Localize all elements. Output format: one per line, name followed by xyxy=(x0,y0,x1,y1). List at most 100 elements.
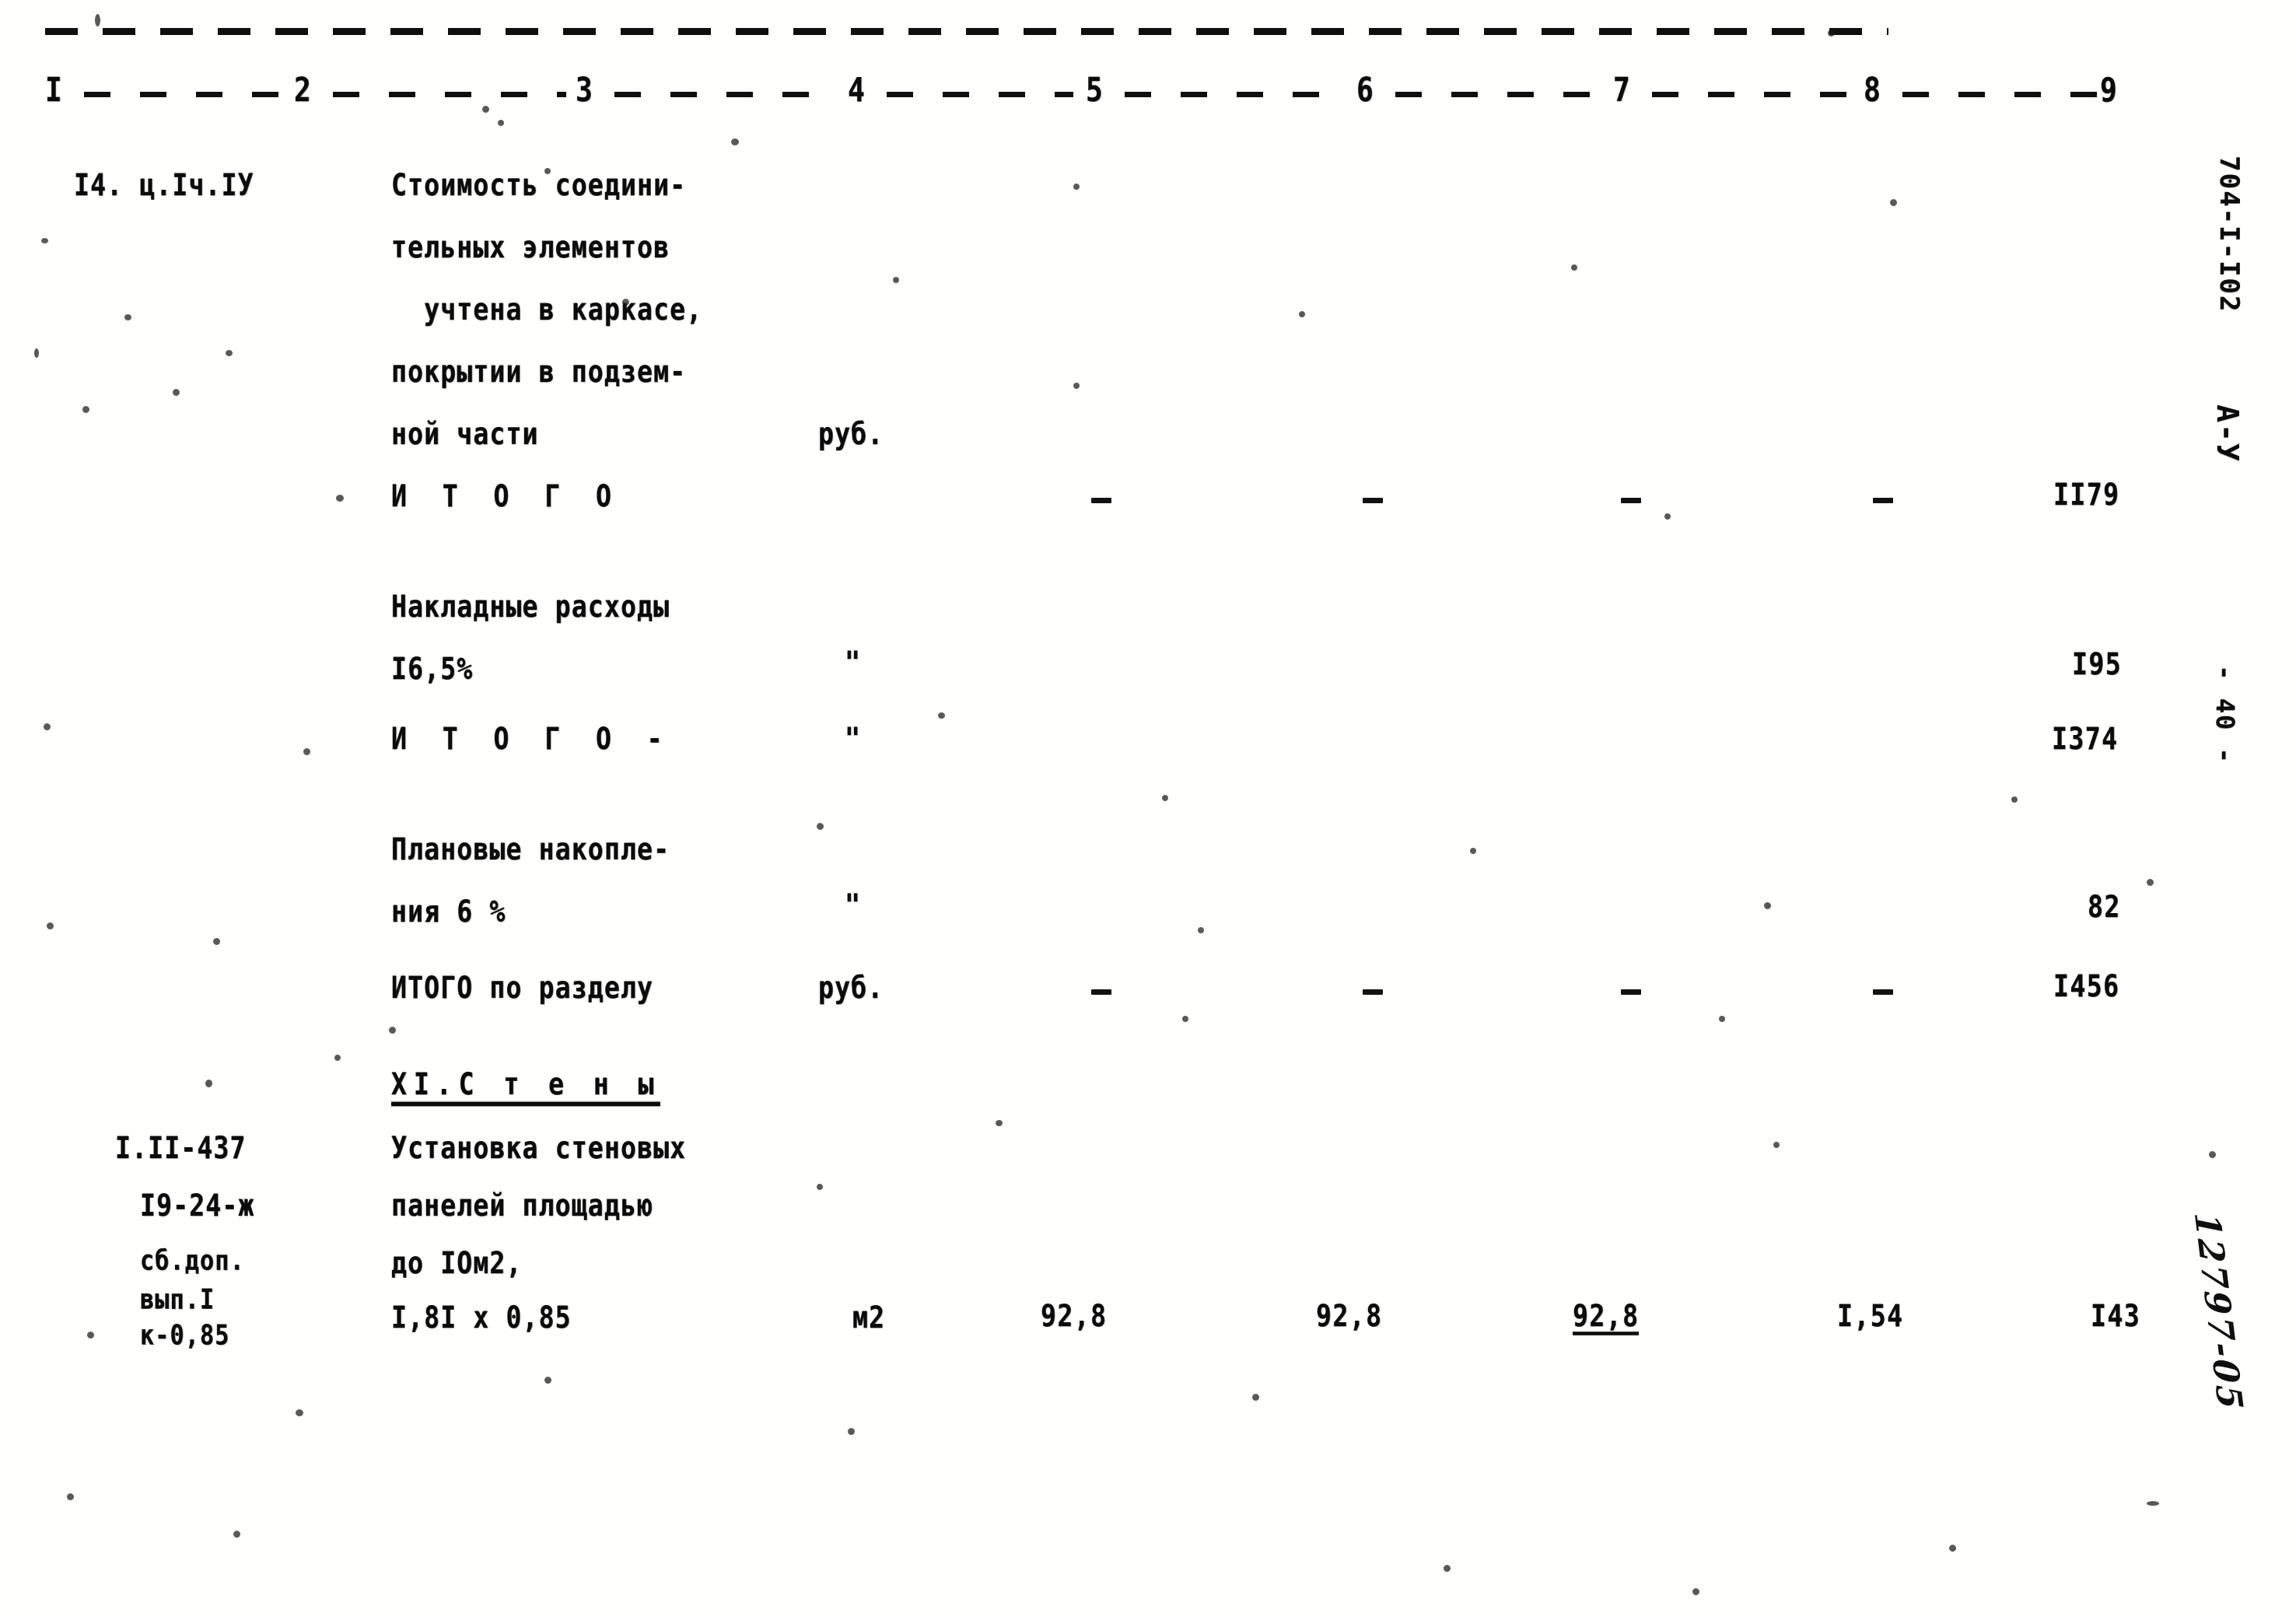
margin-stamp-series: А-У xyxy=(2210,404,2245,463)
row-wall-unit: м2 xyxy=(852,1299,886,1335)
scan-speck xyxy=(303,748,310,755)
header-dash-8-9 xyxy=(1902,92,2097,97)
margin-stamp-page-number: - 40 - xyxy=(2210,665,2240,765)
header-dash-5-6 xyxy=(1125,92,1341,97)
scan-speck xyxy=(1773,1142,1780,1148)
table-top-dashed-rule xyxy=(45,28,1888,35)
row-overhead-line2: I6,5% xyxy=(391,650,474,687)
row-overhead-unit: " xyxy=(845,644,862,681)
scan-speck xyxy=(336,495,344,502)
scan-speck xyxy=(848,1428,855,1435)
row-description-itogo-2: И Т О Г О - xyxy=(391,720,673,757)
row-section-total-description: ИТОГО по разделу xyxy=(391,969,654,1006)
row-section-total-col6-dash xyxy=(1363,989,1383,995)
header-dash-4-5 xyxy=(887,92,1073,97)
row-section-total-col7-dash xyxy=(1621,989,1641,995)
scan-speck xyxy=(233,1531,240,1538)
scan-speck xyxy=(1198,927,1204,933)
scan-speck xyxy=(296,1409,303,1416)
header-dash-2-3 xyxy=(333,92,566,97)
margin-handwritten-archive-number: 12797-05 xyxy=(2186,1213,2251,1412)
scan-speck xyxy=(44,723,51,730)
scan-speck xyxy=(41,238,48,243)
scan-speck xyxy=(2209,1151,2216,1158)
scan-speck xyxy=(1299,311,1305,317)
scan-speck xyxy=(1073,184,1080,190)
row-itogo-1-col7-dash xyxy=(1621,498,1641,503)
row-unit-14: руб. xyxy=(818,415,884,452)
scan-speck xyxy=(1571,264,1577,271)
column-number-2: 2 xyxy=(294,72,313,110)
scan-speck xyxy=(389,1027,396,1034)
row-description-14-line1: Стоимость соедини- xyxy=(391,166,687,203)
section-heading-walls: XI.С т е н ы xyxy=(391,1069,661,1107)
scan-speck xyxy=(1073,383,1080,389)
header-dash-6-7 xyxy=(1395,92,1602,97)
row-code-wall-line5: к-0,85 xyxy=(140,1319,230,1352)
scan-speck xyxy=(213,938,220,945)
header-dash-3-4 xyxy=(614,92,838,97)
scan-speck xyxy=(482,106,489,113)
row-code-wall-line2: I9-24-ж xyxy=(140,1187,255,1223)
scan-speck xyxy=(1162,795,1168,801)
scan-speck xyxy=(1692,1588,1699,1595)
row-description-wall-line4: I,8I х 0,85 xyxy=(391,1299,572,1335)
row-description-14-line3: учтена в каркасе, xyxy=(391,291,703,327)
scan-speck xyxy=(1949,1545,1956,1552)
scan-speck xyxy=(1719,1016,1725,1022)
row-itogo-1-col9-value: II79 xyxy=(2053,476,2120,513)
row-planned-savings-unit: " xyxy=(845,887,862,923)
scan-speck xyxy=(996,1120,1003,1126)
header-dash-7-8 xyxy=(1652,92,1853,97)
scan-speck xyxy=(1252,1394,1259,1401)
scan-speck xyxy=(2147,879,2154,886)
row-wall-col7-value: 92,8 xyxy=(1573,1300,1640,1335)
scan-speck xyxy=(1764,902,1771,909)
scan-speck xyxy=(95,14,100,26)
row-section-total-col5-dash xyxy=(1091,989,1111,995)
scan-speck xyxy=(1182,1016,1188,1022)
column-number-9: 9 xyxy=(2100,72,2119,110)
scan-speck xyxy=(2011,796,2018,803)
row-section-total-col9-value: I456 xyxy=(2053,968,2120,1004)
column-number-6: 6 xyxy=(1356,72,1375,110)
scan-speck xyxy=(82,406,89,413)
column-number-1: I xyxy=(45,72,64,110)
scan-speck xyxy=(226,350,233,356)
column-number-5: 5 xyxy=(1086,72,1104,110)
scan-speck xyxy=(205,1080,212,1087)
scan-speck xyxy=(1890,199,1897,206)
row-section-total-col8-dash xyxy=(1873,989,1893,995)
margin-stamp-drawing-number: 704-I-I02 xyxy=(2214,156,2245,313)
row-description-itogo-1: И Т О Г О xyxy=(391,478,621,514)
scan-speck xyxy=(47,922,54,929)
row-description-14-line4: покрытии в подзем- xyxy=(391,353,687,390)
row-itogo-1-col5-dash xyxy=(1091,498,1111,503)
row-planned-savings-col9-value: 82 xyxy=(2088,888,2121,925)
scan-speck xyxy=(622,299,629,306)
scan-speck xyxy=(544,168,551,174)
scan-speck xyxy=(498,120,504,126)
column-number-4: 4 xyxy=(848,72,866,110)
row-description-14-line5: ной части xyxy=(391,415,539,452)
scan-speck xyxy=(2147,1501,2159,1506)
row-code-wall-line4: вып.I xyxy=(140,1283,215,1316)
scan-speck xyxy=(544,1377,551,1384)
row-itogo-1-col8-dash xyxy=(1873,498,1893,503)
scan-speck xyxy=(1664,513,1671,520)
row-itogo-2-col9-value: I374 xyxy=(2052,720,2119,757)
row-wall-col9-value: I43 xyxy=(2091,1297,2141,1334)
row-description-wall-line2: панелей площадью xyxy=(391,1187,654,1223)
row-section-total-unit: руб. xyxy=(818,969,884,1006)
scan-speck xyxy=(893,277,899,283)
scan-speck xyxy=(1444,1565,1451,1572)
scan-speck xyxy=(124,314,131,320)
scan-speck xyxy=(173,389,180,396)
row-itogo-1-col6-dash xyxy=(1363,498,1383,503)
scan-speck xyxy=(1470,848,1476,854)
row-description-14-line2: тельных элементов xyxy=(391,229,670,265)
scan-speck xyxy=(731,138,739,145)
column-number-3: 3 xyxy=(576,72,594,110)
scanned-document-page: I 2 3 4 5 6 7 8 9 I4. ц.Iч.IУ Стоимость … xyxy=(0,0,2296,1617)
row-description-wall-line3: до IOм2, xyxy=(391,1244,523,1281)
